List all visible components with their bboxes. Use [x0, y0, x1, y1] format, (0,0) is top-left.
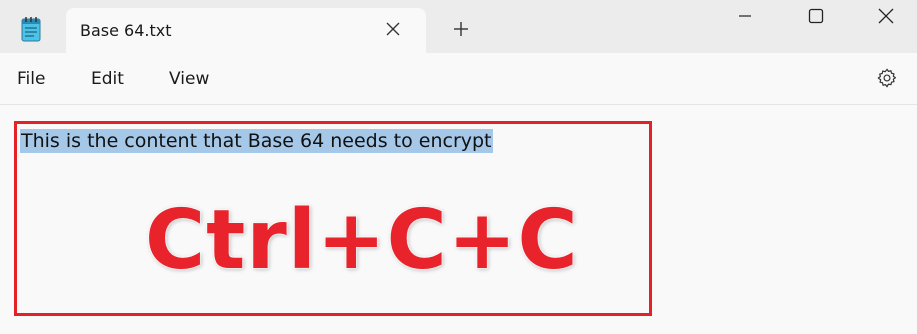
gear-icon[interactable]: [876, 67, 898, 89]
tab-base64[interactable]: Base 64.txt: [66, 8, 426, 53]
shortcut-annotation: Ctrl+C+C: [144, 192, 579, 289]
minimize-icon: [739, 15, 751, 17]
menu-file[interactable]: File: [17, 69, 45, 89]
maximize-button[interactable]: [796, 6, 836, 26]
menu-edit[interactable]: Edit: [91, 69, 124, 89]
notepad-icon: [21, 17, 41, 42]
plus-icon[interactable]: [452, 20, 470, 38]
text-editor[interactable]: This is the content that Base 64 needs t…: [0, 105, 917, 334]
minimize-button[interactable]: [725, 6, 765, 26]
maximize-icon: [808, 8, 824, 24]
tab-title: Base 64.txt: [80, 21, 172, 40]
close-window-button[interactable]: [866, 6, 906, 26]
close-icon: [878, 8, 894, 24]
menu-bar: File Edit View: [0, 53, 917, 105]
close-icon[interactable]: [386, 22, 400, 36]
title-bar: Base 64.txt: [0, 0, 917, 53]
menu-view[interactable]: View: [169, 69, 209, 89]
